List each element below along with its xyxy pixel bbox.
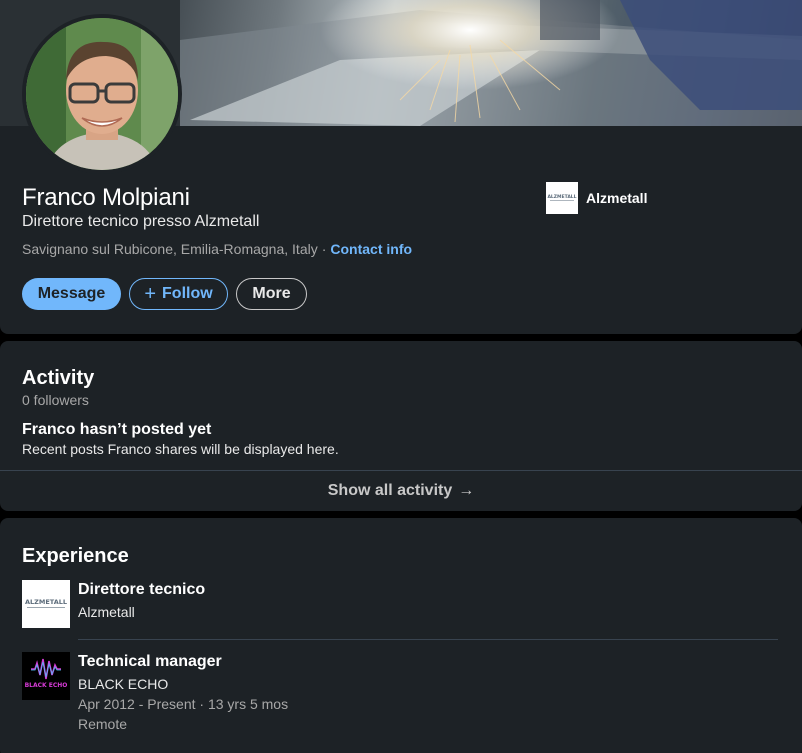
follow-label: Follow bbox=[162, 285, 213, 302]
arrow-right-icon: → bbox=[458, 482, 475, 499]
show-all-activity-button[interactable]: Show all activity → bbox=[0, 470, 802, 511]
separator: · bbox=[321, 241, 327, 257]
black-echo-wordmark: BLACK ECHO bbox=[25, 682, 68, 689]
experience-company: Alzmetall bbox=[78, 604, 135, 620]
experience-dates: Apr 2012 - Present · 13 yrs 5 mos bbox=[78, 696, 289, 712]
no-posts-description: Recent posts Franco shares will be displ… bbox=[22, 441, 339, 457]
profile-actions: Message + Follow More bbox=[22, 278, 315, 310]
alzmetall-wordmark: ALZMETALL bbox=[25, 598, 67, 606]
experience-card: Experience ALZMETALL Direttore tecnico A… bbox=[0, 518, 802, 753]
activity-card: Activity 0 followers Franco hasn’t poste… bbox=[0, 341, 802, 511]
black-echo-logo: BLACK ECHO bbox=[22, 652, 70, 700]
location-row: Savignano sul Rubicone, Emilia-Romagna, … bbox=[22, 241, 412, 257]
alzmetall-logo-mark: ALZMETALL bbox=[25, 598, 67, 608]
activity-title: Activity bbox=[22, 367, 95, 389]
divider bbox=[78, 639, 778, 640]
profile-location: Savignano sul Rubicone, Emilia-Romagna, … bbox=[22, 241, 318, 257]
message-button[interactable]: Message bbox=[22, 278, 121, 310]
alzmetall-logo: ALZMETALL bbox=[22, 580, 70, 628]
experience-text: Technical manager BLACK ECHO Apr 2012 - … bbox=[78, 652, 288, 734]
current-company-link[interactable]: ALZMETALL Alzmetall bbox=[546, 182, 647, 214]
experience-role: Direttore tecnico bbox=[78, 581, 206, 598]
profile-photo[interactable] bbox=[22, 14, 182, 174]
experience-role: Technical manager bbox=[78, 653, 222, 670]
alzmetall-logo-mark: ALZMETALL bbox=[547, 194, 577, 201]
more-button[interactable]: More bbox=[236, 278, 307, 310]
experience-title: Experience bbox=[22, 545, 129, 567]
no-posts-title: Franco hasn’t posted yet bbox=[22, 421, 212, 438]
followers-count: 0 followers bbox=[22, 392, 89, 408]
experience-item[interactable]: BLACK ECHO Technical manager BLACK ECHO … bbox=[22, 652, 778, 734]
plus-icon: + bbox=[144, 283, 157, 305]
follow-button[interactable]: + Follow bbox=[129, 278, 228, 310]
portrait-illustration bbox=[26, 18, 178, 170]
experience-company: BLACK ECHO bbox=[78, 676, 169, 692]
black-echo-logo-mark: BLACK ECHO bbox=[25, 658, 68, 689]
alzmetall-logo: ALZMETALL bbox=[546, 182, 578, 214]
current-company-name: Alzmetall bbox=[586, 190, 648, 206]
profile-card: Franco Molpiani Direttore tecnico presso… bbox=[0, 0, 802, 334]
contact-info-link[interactable]: Contact info bbox=[330, 241, 412, 257]
alzmetall-wordmark: ALZMETALL bbox=[547, 194, 576, 200]
experience-text: Direttore tecnico Alzmetall bbox=[78, 580, 205, 628]
show-all-activity-label: Show all activity bbox=[327, 482, 453, 499]
profile-name: Franco Molpiani bbox=[22, 184, 190, 211]
experience-location: Remote bbox=[78, 716, 128, 732]
experience-item[interactable]: ALZMETALL Direttore tecnico Alzmetall bbox=[22, 580, 778, 628]
profile-headline: Direttore tecnico presso Alzmetall bbox=[22, 213, 260, 230]
